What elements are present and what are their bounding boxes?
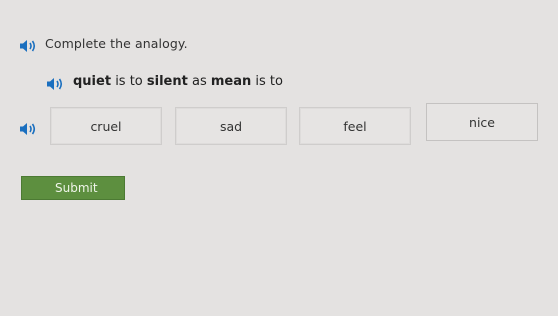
question-prompt: Complete the analogy. [45, 36, 188, 51]
analogy-connector-3: is to [251, 74, 283, 89]
choice-sad[interactable]: sad [175, 107, 287, 145]
analogy-connector-1: is to [111, 74, 147, 89]
choice-label: cruel [90, 118, 122, 134]
analogy-connector-2: as [187, 74, 211, 89]
submit-button[interactable]: Submit [21, 176, 125, 200]
prompt-speaker-icon[interactable] [19, 38, 39, 54]
analogy-word-3: mean [210, 74, 252, 89]
choice-cruel[interactable]: cruel [50, 107, 162, 145]
choice-label: nice [469, 114, 495, 130]
analogy-sentence: quiet is to silent as mean is to [73, 74, 283, 89]
analogy-speaker-icon[interactable] [46, 76, 66, 92]
analogy-word-2: silent [146, 74, 188, 89]
choice-feel[interactable]: feel [299, 107, 411, 145]
choices-speaker-icon[interactable] [19, 121, 39, 137]
submit-label: Submit [55, 181, 98, 195]
choice-label: sad [219, 118, 243, 134]
choice-label: feel [343, 118, 367, 134]
analogy-word-1: quiet [73, 74, 112, 89]
choice-nice[interactable]: nice [426, 103, 538, 141]
